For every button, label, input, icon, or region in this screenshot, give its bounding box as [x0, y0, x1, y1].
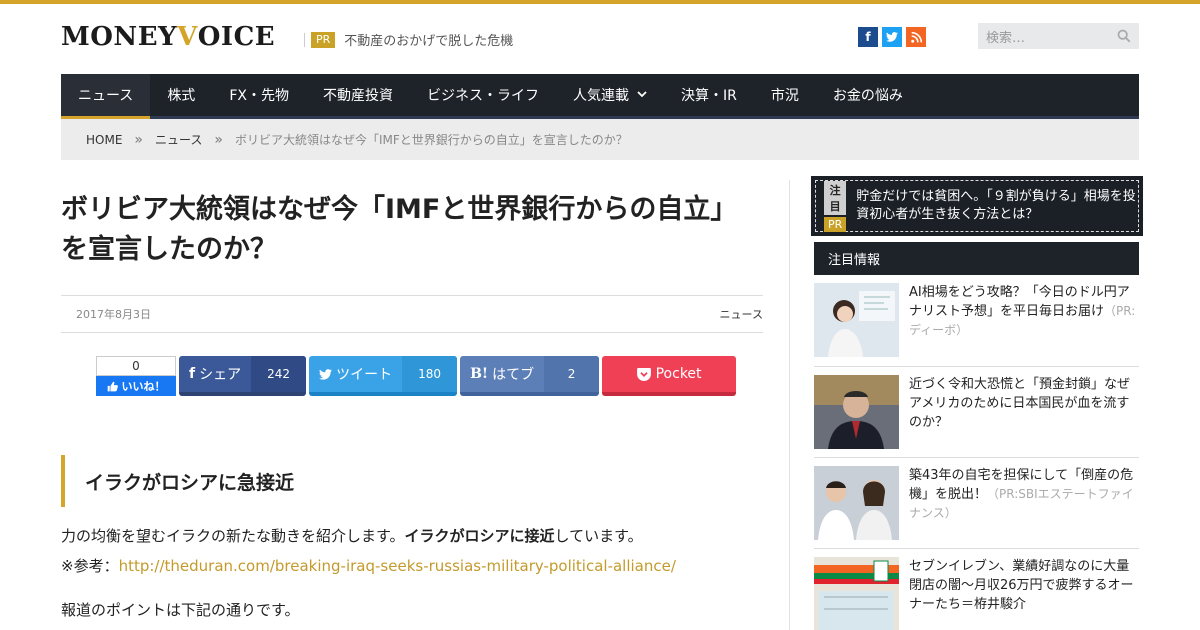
- facebook-share-button[interactable]: f シェア 242: [179, 356, 307, 396]
- pocket-label: Pocket: [655, 366, 702, 382]
- sidebar-article-title: セブンイレブン、業績好調なのに大量閉店の闇～月収26万円で疲弊するオーナーたち＝…: [909, 559, 1134, 612]
- nav-item-market[interactable]: 市況: [754, 74, 816, 116]
- nav-item-stocks[interactable]: 株式: [150, 74, 212, 116]
- pr-badge: PR: [311, 31, 336, 48]
- breadcrumb-separator: »: [134, 131, 143, 148]
- paragraph-text: しています。: [554, 527, 643, 545]
- article-thumbnail[interactable]: [814, 375, 899, 449]
- fb-like-button[interactable]: いいね！: [96, 376, 176, 396]
- fb-like-label: いいね！: [121, 380, 166, 393]
- breadcrumb-current: ボリビア大統領はなぜ今「IMFと世界銀行からの自立」を宣言したのか？: [234, 133, 628, 147]
- sidebar-article-text: AI相場をどう攻略？「今日のドル円アナリスト予想」を平日毎日お届け（PR:ディー…: [909, 283, 1139, 366]
- twitter-share-count: 180: [402, 356, 458, 392]
- article-paragraph: 力の均衡を望むイラクの新たな動きを紹介します。イラクがロシアに接近しています。: [61, 525, 643, 546]
- facebook-icon[interactable]: f: [858, 27, 878, 47]
- nav-label: FX・先物: [229, 88, 289, 104]
- sidebar-article-item[interactable]: 築43年の自宅を担保にして「倒産の危機」を脱出！（PR:SBIエステートファイナ…: [814, 466, 1139, 549]
- fb-like-count: 0: [96, 356, 176, 376]
- pocket-icon: [636, 367, 651, 381]
- sidebar-section-title: 注目情報: [814, 242, 1139, 275]
- twitter-share-button[interactable]: ツイート 180: [309, 356, 458, 396]
- search-box[interactable]: 検索…: [978, 23, 1139, 49]
- paragraph-bold-text: イラクがロシアに接近: [404, 527, 555, 545]
- divider: [304, 32, 305, 47]
- header-pr-link[interactable]: PR 不動産のおかげで脱した危機: [304, 30, 513, 49]
- sidebar-article-text: 築43年の自宅を担保にして「倒産の危機」を脱出！（PR:SBIエステートファイナ…: [909, 466, 1139, 548]
- twitter-icon[interactable]: [882, 27, 902, 47]
- sidebar-article-title: 近づく令和大恐慌と「預金封鎖」なぜアメリカのために日本国民が血を流すのか？: [909, 377, 1131, 430]
- article-thumbnail[interactable]: [814, 283, 899, 357]
- breadcrumb-separator: »: [214, 131, 223, 148]
- hatena-count: 2: [544, 356, 600, 392]
- article-thumbnail[interactable]: [814, 557, 899, 630]
- attention-text: 貯金だけでは貧困へ。「９割が負ける」相場を投資初心者が生き抜く方法とは？: [856, 189, 1136, 222]
- sidebar-article-item[interactable]: セブンイレブン、業績好調なのに大量閉店の闇～月収26万円で疲弊するオーナーたち＝…: [814, 557, 1139, 630]
- nav-label: お金の悩み: [832, 88, 903, 104]
- share-buttons: 0 いいね！ f シェア 242 ツイート 180 B! はてブ 2 Pocket: [96, 356, 737, 396]
- nav-label: 不動産投資: [322, 88, 393, 104]
- sidebar-article-text: セブンイレブン、業績好調なのに大量閉店の闇～月収26万円で疲弊するオーナーたち＝…: [909, 557, 1139, 630]
- reference-link[interactable]: http://theduran.com/breaking-iraq-seeks-…: [119, 557, 676, 575]
- breadcrumb-category[interactable]: ニュース: [155, 131, 202, 148]
- thumbs-up-icon: [107, 381, 118, 391]
- pocket-button[interactable]: Pocket: [602, 356, 737, 396]
- logo-accent-letter: V: [177, 22, 198, 52]
- hatena-bookmark-button[interactable]: B! はてブ 2: [460, 356, 600, 396]
- sidebar-article-item[interactable]: AI相場をどう攻略？「今日のドル円アナリスト予想」を平日毎日お届け（PR:ディー…: [814, 283, 1139, 367]
- nav-item-business[interactable]: ビジネス・ライフ: [410, 74, 556, 116]
- attention-box[interactable]: 注目 PR 貯金だけでは貧困へ。「９割が負ける」相場を投資初心者が生き抜く方法と…: [811, 176, 1143, 236]
- chevron-down-icon: [637, 90, 647, 101]
- article-meta: 2017年8月3日 ニュース: [61, 295, 763, 333]
- breadcrumb-home[interactable]: HOME: [86, 133, 122, 147]
- nav-label: 決算・IR: [680, 88, 737, 104]
- reference-paragraph: ※参考：http://theduran.com/breaking-iraq-se…: [61, 555, 676, 576]
- nav-label: 市況: [770, 88, 799, 104]
- rss-icon[interactable]: [906, 27, 926, 47]
- nav-item-fx[interactable]: FX・先物: [212, 74, 306, 116]
- social-links: f: [858, 27, 926, 47]
- site-logo[interactable]: MONEY V OICE: [61, 22, 275, 52]
- facebook-share-label: シェア: [199, 367, 242, 383]
- nav-item-series[interactable]: 人気連載: [556, 74, 664, 116]
- article-date: 2017年8月3日: [76, 308, 151, 321]
- hatena-label: はてブ: [492, 367, 535, 383]
- article-paragraph: 報道のポイントは下記の通りです。: [61, 601, 300, 619]
- search-input[interactable]: 検索…: [986, 27, 1025, 46]
- logo-text: MONEY: [61, 22, 178, 52]
- twitter-share-label: ツイート: [336, 367, 393, 383]
- reference-label: ※参考：: [61, 557, 119, 575]
- pr-text: 不動産のおかげで脱した危機: [344, 34, 514, 49]
- article-category[interactable]: ニュース: [720, 306, 763, 322]
- pr-tag: PR: [824, 216, 847, 232]
- nav-label: ビジネス・ライフ: [426, 88, 539, 104]
- nav-label: ニュース: [78, 88, 134, 104]
- fb-like-widget[interactable]: 0 いいね！: [96, 356, 176, 396]
- hatena-icon: B!: [470, 366, 489, 382]
- facebook-icon: f: [189, 366, 196, 382]
- nav-item-money[interactable]: お金の悩み: [816, 74, 920, 116]
- sidebar-article-item[interactable]: 近づく令和大恐慌と「預金封鎖」なぜアメリカのために日本国民が血を流すのか？: [814, 375, 1139, 458]
- column-divider: [789, 180, 790, 630]
- nav-label: 株式: [167, 88, 196, 104]
- nav-item-realestate[interactable]: 不動産投資: [306, 74, 410, 116]
- sidebar-article-text: 近づく令和大恐慌と「預金封鎖」なぜアメリカのために日本国民が血を流すのか？: [909, 375, 1139, 457]
- article-title: ボリビア大統領はなぜ今「IMFと世界銀行からの自立」を宣言したのか？: [61, 194, 738, 265]
- paragraph-text: 力の均衡を望むイラクの新たな動きを紹介します。: [61, 527, 405, 545]
- top-accent-bar: [0, 0, 1200, 4]
- nav-label: 人気連載: [572, 88, 629, 104]
- search-icon[interactable]: [1117, 29, 1131, 43]
- section-heading: イラクがロシアに急接近: [61, 455, 763, 507]
- facebook-share-count: 242: [251, 356, 307, 392]
- nav-item-news[interactable]: ニュース: [61, 74, 151, 119]
- article-thumbnail[interactable]: [814, 466, 899, 540]
- nav-item-ir[interactable]: 決算・IR: [664, 74, 754, 116]
- attention-tag: 注目: [824, 180, 847, 215]
- twitter-icon: [319, 368, 333, 380]
- logo-text-rest: OICE: [197, 22, 276, 52]
- sidebar-article-title: AI相場をどう攻略？「今日のドル円アナリスト予想」を平日毎日お届け: [909, 285, 1130, 319]
- main-nav: ニュース 株式 FX・先物 不動産投資 ビジネス・ライフ 人気連載 決算・IR …: [61, 74, 1139, 119]
- breadcrumb: HOME » ニュース » ボリビア大統領はなぜ今「IMFと世界銀行からの自立」…: [61, 119, 1139, 160]
